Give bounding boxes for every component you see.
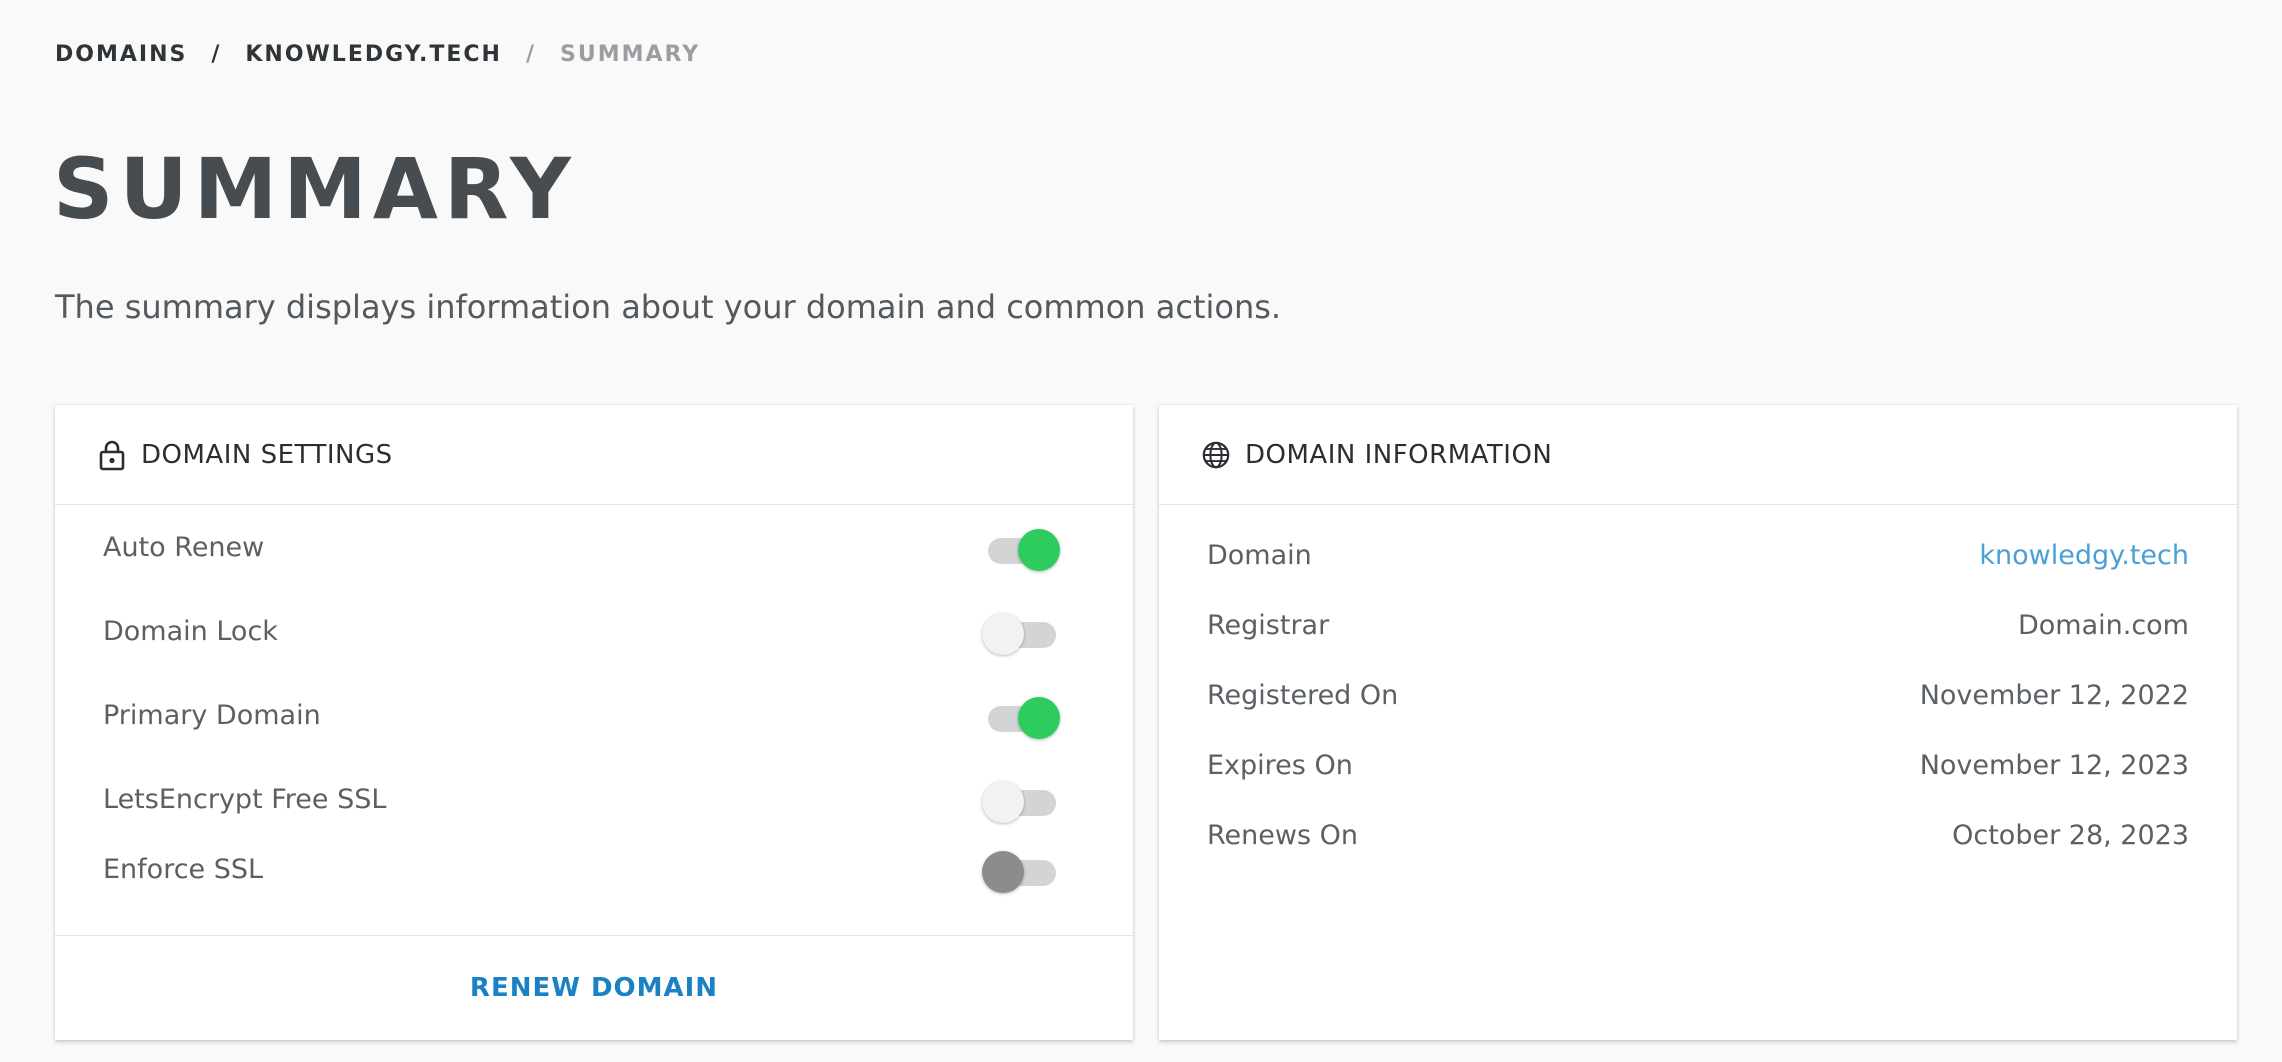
letsencrypt-ssl-toggle[interactable] bbox=[982, 777, 1062, 823]
toggle-knob bbox=[1018, 697, 1060, 739]
setting-label: Enforce SSL bbox=[103, 853, 264, 885]
breadcrumb-current: SUMMARY bbox=[559, 42, 701, 67]
info-row-renews-on: Renews On October 28, 2023 bbox=[1207, 810, 2189, 860]
toggle-knob bbox=[1018, 529, 1060, 571]
domain-link[interactable]: knowledgy.tech bbox=[1979, 540, 2189, 571]
breadcrumb-separator: / bbox=[211, 42, 222, 67]
info-row-registrar: Registrar Domain.com bbox=[1207, 600, 2189, 650]
info-row-registered-on: Registered On November 12, 2022 bbox=[1207, 670, 2189, 720]
info-label: Renews On bbox=[1207, 819, 1358, 851]
domain-settings-card: DOMAIN SETTINGS Auto Renew Domain Lock P… bbox=[55, 405, 1133, 1040]
renew-domain-button[interactable]: RENEW DOMAIN bbox=[470, 973, 718, 1003]
setting-row-letsencrypt-ssl: LetsEncrypt Free SSL bbox=[55, 769, 1133, 829]
globe-icon bbox=[1201, 439, 1231, 471]
info-value: November 12, 2022 bbox=[1919, 679, 2189, 711]
card-header: DOMAIN SETTINGS bbox=[55, 405, 1133, 505]
card-title: DOMAIN SETTINGS bbox=[141, 439, 393, 470]
breadcrumb-domain[interactable]: KNOWLEDGY.TECH bbox=[245, 42, 502, 67]
lock-icon bbox=[97, 439, 127, 471]
info-row-domain: Domain knowledgy.tech bbox=[1207, 530, 2189, 580]
toggle-knob bbox=[982, 851, 1024, 893]
auto-renew-toggle[interactable] bbox=[982, 525, 1062, 571]
toggle-knob bbox=[982, 613, 1024, 655]
toggle-knob bbox=[982, 781, 1024, 823]
setting-label: LetsEncrypt Free SSL bbox=[103, 783, 387, 815]
info-label: Registrar bbox=[1207, 609, 1330, 641]
page-title: SUMMARY bbox=[53, 140, 577, 238]
info-value: October 28, 2023 bbox=[1952, 819, 2189, 851]
setting-row-domain-lock: Domain Lock bbox=[55, 601, 1133, 661]
page-subtitle: The summary displays information about y… bbox=[55, 288, 1282, 326]
info-label: Registered On bbox=[1207, 679, 1399, 711]
primary-domain-toggle[interactable] bbox=[982, 693, 1062, 739]
info-label: Expires On bbox=[1207, 749, 1353, 781]
setting-row-primary-domain: Primary Domain bbox=[55, 685, 1133, 745]
info-value: Domain.com bbox=[2017, 609, 2189, 641]
setting-row-enforce-ssl: Enforce SSL bbox=[55, 839, 1133, 899]
setting-label: Auto Renew bbox=[103, 531, 265, 563]
info-label: Domain bbox=[1207, 539, 1312, 571]
domain-information-card: DOMAIN INFORMATION Domain knowledgy.tech… bbox=[1159, 405, 2237, 1040]
breadcrumb-domains[interactable]: DOMAINS bbox=[55, 42, 187, 67]
breadcrumb-separator: / bbox=[525, 42, 536, 67]
card-title: DOMAIN INFORMATION bbox=[1245, 439, 1553, 470]
card-footer: RENEW DOMAIN bbox=[55, 935, 1133, 1040]
setting-label: Primary Domain bbox=[103, 699, 321, 731]
breadcrumb: DOMAINS / KNOWLEDGY.TECH / SUMMARY bbox=[55, 42, 700, 67]
info-value: November 12, 2023 bbox=[1919, 749, 2189, 781]
setting-row-auto-renew: Auto Renew bbox=[55, 517, 1133, 577]
enforce-ssl-toggle[interactable] bbox=[982, 847, 1062, 893]
page: DOMAINS / KNOWLEDGY.TECH / SUMMARY SUMMA… bbox=[0, 0, 2282, 1062]
info-row-expires-on: Expires On November 12, 2023 bbox=[1207, 740, 2189, 790]
domain-lock-toggle[interactable] bbox=[982, 609, 1062, 655]
card-header: DOMAIN INFORMATION bbox=[1159, 405, 2237, 505]
setting-label: Domain Lock bbox=[103, 615, 278, 647]
